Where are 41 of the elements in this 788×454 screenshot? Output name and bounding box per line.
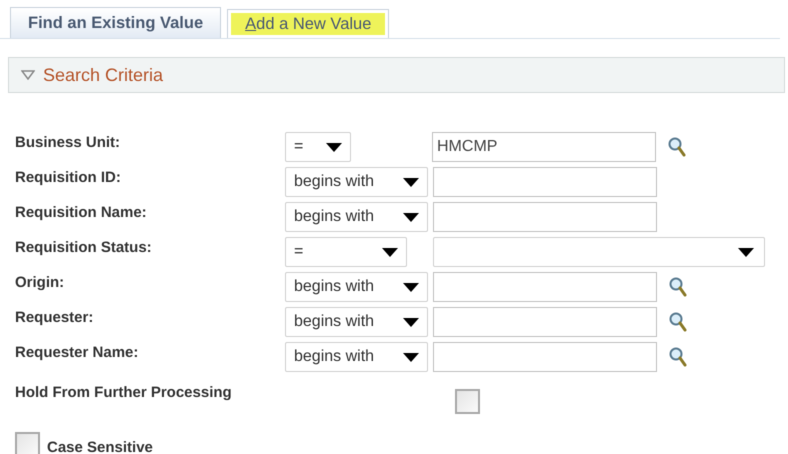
field-label: Requester Name: [14,343,140,363]
caret-icon [403,318,419,326]
input-field[interactable] [433,272,657,302]
search-icon[interactable] [669,277,687,297]
section-header[interactable]: Search Criteria [8,57,785,93]
operator-select[interactable]: begins with [285,167,428,197]
search-icon[interactable] [668,137,686,157]
triangle-icon [21,70,35,80]
operator-select[interactable]: begins with [285,342,428,372]
caret-icon [403,352,419,362]
field-label: Requisition Status: [14,238,153,258]
tab[interactable]: Find an Existing Value [10,7,222,38]
field-label: Requester: [14,308,94,328]
field-label: Requisition Name: [14,203,148,223]
checkbox[interactable] [455,389,480,414]
checkbox[interactable] [15,432,40,454]
operator-select[interactable]: begins with [285,202,428,232]
input-field[interactable]: HMCMP [432,132,656,162]
caret-icon [382,248,398,256]
caret-icon [403,282,419,292]
operator-select[interactable]: = [285,132,351,162]
field-label: Requisition ID: [14,168,122,188]
search-icon[interactable] [669,347,687,367]
field-label: Origin: [14,273,66,293]
status-select[interactable] [433,237,765,267]
field-label: Business Unit: [14,133,122,153]
input-field[interactable] [433,202,657,232]
operator-select[interactable]: begins with [285,307,428,337]
tab[interactable]: Add a New Value [227,9,390,38]
operator-select[interactable]: = [285,237,407,267]
operator-select[interactable]: begins with [285,272,428,302]
search-icon[interactable] [669,312,687,332]
input-field[interactable] [433,167,657,197]
caret-icon [403,212,419,222]
input-field[interactable] [433,342,657,372]
caret-icon [738,248,754,256]
checkbox-label: Hold From Further Processing [14,383,233,403]
caret-icon [403,178,419,186]
checkbox-label: Case Sensitive [47,439,153,454]
caret-icon [326,142,342,152]
input-field[interactable] [433,307,657,337]
